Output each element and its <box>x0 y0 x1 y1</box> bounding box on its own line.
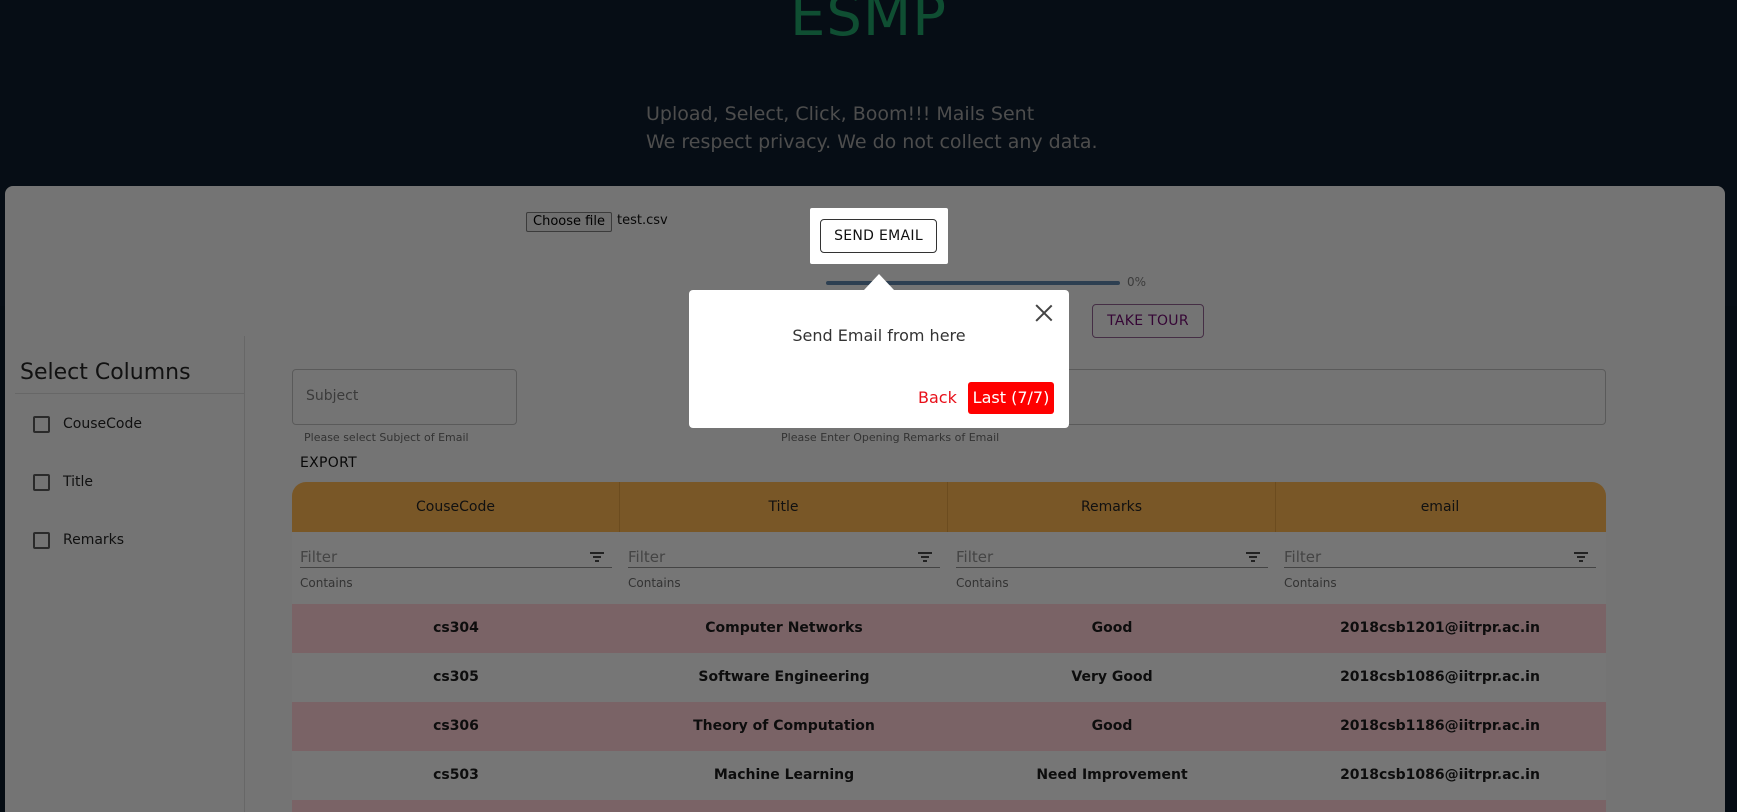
popover-arrow <box>864 274 894 290</box>
tour-message: Send Email from here <box>792 326 966 345</box>
tour-last-button[interactable]: Last (7/7) <box>968 382 1054 414</box>
send-email-button[interactable]: SEND EMAIL <box>820 219 937 253</box>
close-icon[interactable] <box>1035 304 1053 322</box>
tour-popover: Send Email from here Back Last (7/7) <box>689 290 1069 428</box>
tour-back-button[interactable]: Back <box>918 388 957 407</box>
